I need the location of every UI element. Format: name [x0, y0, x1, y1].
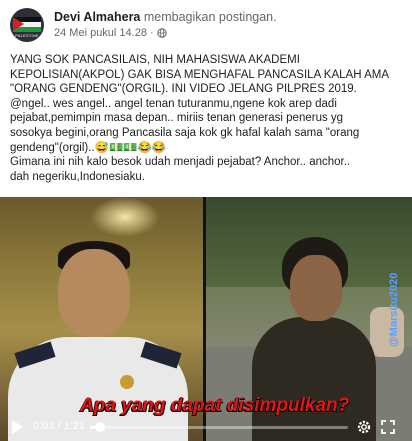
post-text-line: pejabat,pemimpin masa depan.. miriis ten… — [10, 112, 344, 125]
post-text-line: @ngel.. wes angel.. angel tenan tuturanm… — [10, 97, 337, 110]
scrubber-handle[interactable] — [94, 422, 105, 432]
uniform-badge — [120, 375, 134, 389]
post-header: PALESTINE Devi Almahera membagikan posti… — [10, 8, 402, 42]
globe-icon[interactable] — [156, 28, 167, 38]
meta-separator: · — [149, 27, 154, 39]
post-timestamp[interactable]: 24 Mei pukul 14.28 — [54, 27, 147, 39]
fullscreen-icon[interactable] — [380, 419, 396, 435]
post-body-text: YANG SOK PANCASILAIS, NIH MAHASISWA AKAD… — [10, 53, 404, 184]
post-text-line: YANG SOK PANCASILAIS, NIH MAHASISWA AKAD… — [10, 54, 300, 66]
post-text-line: KEPOLISIAN(AKPOL) GAK BISA MENGHAFAL PAN… — [10, 68, 389, 81]
avatar[interactable]: PALESTINE — [10, 8, 44, 42]
post-text-line: "ORANG GENDENG"(ORGIL). INI VIDEO JELANG… — [10, 83, 357, 96]
post-meta: 24 Mei pukul 14.28 · — [54, 27, 167, 39]
play-icon[interactable] — [12, 420, 23, 434]
palestine-flag-icon — [13, 17, 24, 31]
post-text-line: dah negeriku,Indonesiaku. — [10, 170, 145, 183]
author-name[interactable]: Devi Almahera — [54, 10, 140, 24]
share-action-text: membagikan postingan. — [143, 10, 277, 24]
post-text-line: sosokya begini,orang Pancasila saja kok … — [10, 126, 360, 139]
man-face — [290, 255, 342, 321]
post-text-line: gendeng"(orgil)..😅💵💵😂😂 — [10, 141, 167, 154]
video-controls: 0:03 / 1:21 — [0, 413, 412, 441]
ceiling-light — [90, 197, 160, 237]
officer-face — [58, 249, 130, 337]
gear-icon[interactable] — [356, 419, 372, 435]
video-watermark: @Marsitu2020 — [388, 272, 400, 347]
avatar-caption: PALESTINE — [15, 33, 39, 38]
video-player[interactable]: @Marsitu2020 Apa yang dapat disimpulkan?… — [0, 197, 412, 441]
post-text-line: Gimana ini nih kalo besok udah menjadi p… — [10, 156, 351, 169]
video-time: 0:03 / 1:21 — [33, 420, 85, 432]
author-line: Devi Almahera membagikan postingan. — [54, 10, 277, 24]
video-scrubber[interactable] — [90, 422, 348, 432]
